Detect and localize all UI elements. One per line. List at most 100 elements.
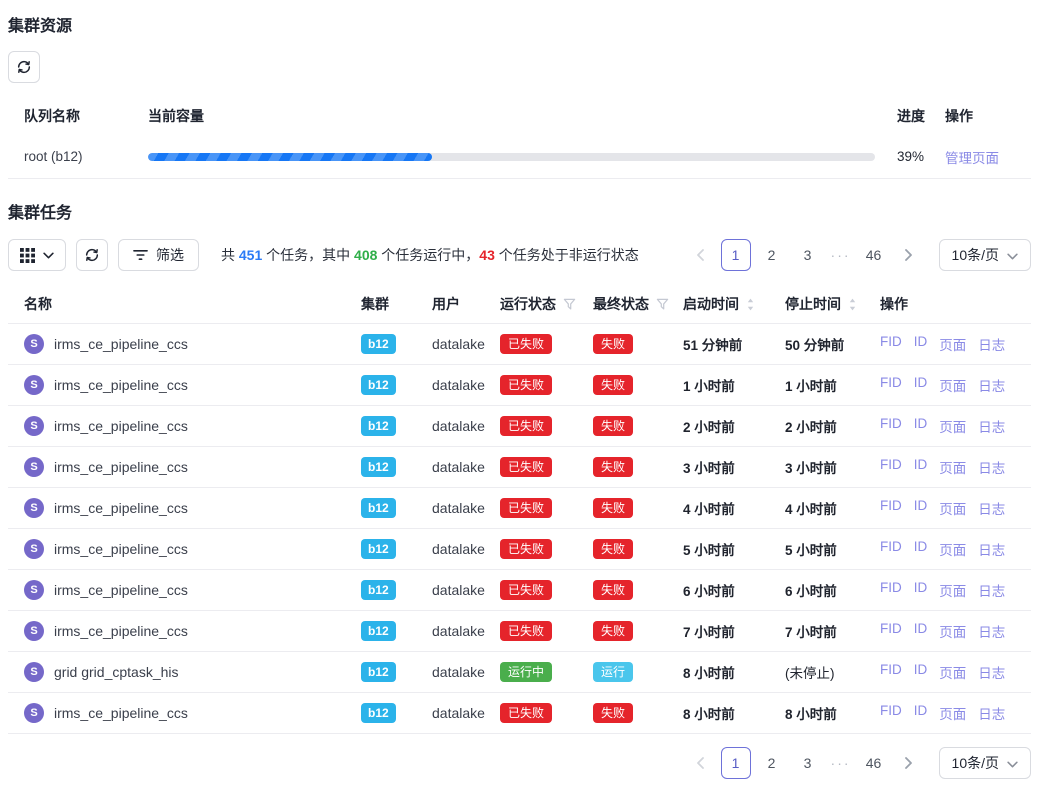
col-progress: 进度 <box>885 106 945 126</box>
page-button-1[interactable]: 1 <box>721 747 751 779</box>
next-page-button[interactable] <box>895 747 923 779</box>
log-link[interactable]: 日志 <box>978 375 1005 395</box>
cluster-badge: b12 <box>361 498 396 518</box>
progress-bar-fill <box>148 153 432 161</box>
avatar: S <box>24 703 44 723</box>
chevron-down-icon <box>43 252 54 259</box>
id-link[interactable]: ID <box>914 416 928 436</box>
task-summary: 共 451 个任务，其中 408 个任务运行中，43 个任务处于非运行状态 <box>221 245 639 265</box>
stop-time: 2 小时前 <box>785 416 880 436</box>
id-link[interactable]: ID <box>914 703 928 723</box>
next-page-button[interactable] <box>895 239 923 271</box>
toolbar-left: 筛选 共 451 个任务，其中 408 个任务运行中，43 个任务处于非运行状态 <box>8 239 639 271</box>
log-link[interactable]: 日志 <box>978 457 1005 477</box>
col-start-time[interactable]: 启动时间 <box>683 294 785 314</box>
page-link[interactable]: 页面 <box>939 662 966 682</box>
filter-funnel-icon[interactable] <box>656 298 669 311</box>
sort-icon[interactable] <box>746 297 755 312</box>
cluster-badge: b12 <box>361 457 396 477</box>
page-link[interactable]: 页面 <box>939 457 966 477</box>
col-actions: 操作 <box>945 106 1031 126</box>
page-link[interactable]: 页面 <box>939 621 966 641</box>
page-button-46[interactable]: 46 <box>859 239 889 271</box>
log-link[interactable]: 日志 <box>978 621 1005 641</box>
id-link[interactable]: ID <box>914 580 928 600</box>
prev-page-button[interactable] <box>687 747 715 779</box>
prev-page-button[interactable] <box>687 239 715 271</box>
id-link[interactable]: ID <box>914 539 928 559</box>
filter-funnel-icon[interactable] <box>563 298 576 311</box>
page-size-value: 10条/页 <box>952 753 999 773</box>
run-status-badge: 已失败 <box>500 539 552 559</box>
refresh-resources-button[interactable] <box>8 51 40 83</box>
page-button-3[interactable]: 3 <box>793 747 823 779</box>
page-link[interactable]: 页面 <box>939 375 966 395</box>
page-link[interactable]: 页面 <box>939 498 966 518</box>
queue-name: root (b12) <box>8 149 148 164</box>
page-link[interactable]: 页面 <box>939 539 966 559</box>
col-run-status[interactable]: 运行状态 <box>500 294 593 314</box>
page-button-2[interactable]: 2 <box>757 239 787 271</box>
manage-page-link[interactable]: 管理页面 <box>945 151 999 166</box>
refresh-icon <box>84 247 100 263</box>
page-button-3[interactable]: 3 <box>793 239 823 271</box>
log-link[interactable]: 日志 <box>978 539 1005 559</box>
table-footer: 1 2 3 ··· 46 10条/页 <box>8 747 1031 779</box>
id-link[interactable]: ID <box>914 457 928 477</box>
filter-button[interactable]: 筛选 <box>118 239 199 271</box>
grid-icon <box>20 248 35 263</box>
total-count: 451 <box>239 247 262 263</box>
col-stop-time[interactable]: 停止时间 <box>785 294 880 314</box>
fid-link[interactable]: FID <box>880 375 902 395</box>
page-size-select[interactable]: 10条/页 <box>939 239 1031 271</box>
log-link[interactable]: 日志 <box>978 334 1005 354</box>
page-jump-ellipsis[interactable]: ··· <box>829 247 853 263</box>
fid-link[interactable]: FID <box>880 580 902 600</box>
sort-icon[interactable] <box>848 297 857 312</box>
table-row: Sirms_ce_pipeline_ccs b12 datalake 已失败 失… <box>8 447 1031 488</box>
column-settings-button[interactable] <box>8 239 66 271</box>
stopped-count: 43 <box>479 247 495 263</box>
log-link[interactable]: 日志 <box>978 662 1005 682</box>
page-link[interactable]: 页面 <box>939 580 966 600</box>
refresh-tasks-button[interactable] <box>76 239 108 271</box>
page-button-46[interactable]: 46 <box>859 747 889 779</box>
page-link[interactable]: 页面 <box>939 703 966 723</box>
log-link[interactable]: 日志 <box>978 703 1005 723</box>
id-link[interactable]: ID <box>914 662 928 682</box>
page-link[interactable]: 页面 <box>939 334 966 354</box>
task-name: irms_ce_pipeline_ccs <box>54 336 188 352</box>
fid-link[interactable]: FID <box>880 416 902 436</box>
id-link[interactable]: ID <box>914 621 928 641</box>
tasks-toolbar: 筛选 共 451 个任务，其中 408 个任务运行中，43 个任务处于非运行状态… <box>8 239 1031 271</box>
page-button-2[interactable]: 2 <box>757 747 787 779</box>
avatar: S <box>24 334 44 354</box>
id-link[interactable]: ID <box>914 498 928 518</box>
page-jump-ellipsis[interactable]: ··· <box>829 755 853 771</box>
col-final-status[interactable]: 最终状态 <box>593 294 683 314</box>
avatar: S <box>24 580 44 600</box>
id-link[interactable]: ID <box>914 334 928 354</box>
page-link[interactable]: 页面 <box>939 416 966 436</box>
log-link[interactable]: 日志 <box>978 416 1005 436</box>
log-link[interactable]: 日志 <box>978 498 1005 518</box>
final-status-badge: 失败 <box>593 457 633 477</box>
task-name: irms_ce_pipeline_ccs <box>54 582 188 598</box>
id-link[interactable]: ID <box>914 375 928 395</box>
page-button-1[interactable]: 1 <box>721 239 751 271</box>
page-size-select[interactable]: 10条/页 <box>939 747 1031 779</box>
fid-link[interactable]: FID <box>880 621 902 641</box>
fid-link[interactable]: FID <box>880 539 902 559</box>
stop-time: 8 小时前 <box>785 703 880 723</box>
fid-link[interactable]: FID <box>880 334 902 354</box>
fid-link[interactable]: FID <box>880 498 902 518</box>
log-link[interactable]: 日志 <box>978 580 1005 600</box>
col-capacity: 当前容量 <box>148 106 885 126</box>
table-row: Sgrid grid_cptask_his b12 datalake 运行中 运… <box>8 652 1031 693</box>
fid-link[interactable]: FID <box>880 457 902 477</box>
final-status-badge: 失败 <box>593 539 633 559</box>
task-name: irms_ce_pipeline_ccs <box>54 459 188 475</box>
final-status-badge: 失败 <box>593 703 633 723</box>
fid-link[interactable]: FID <box>880 662 902 682</box>
fid-link[interactable]: FID <box>880 703 902 723</box>
